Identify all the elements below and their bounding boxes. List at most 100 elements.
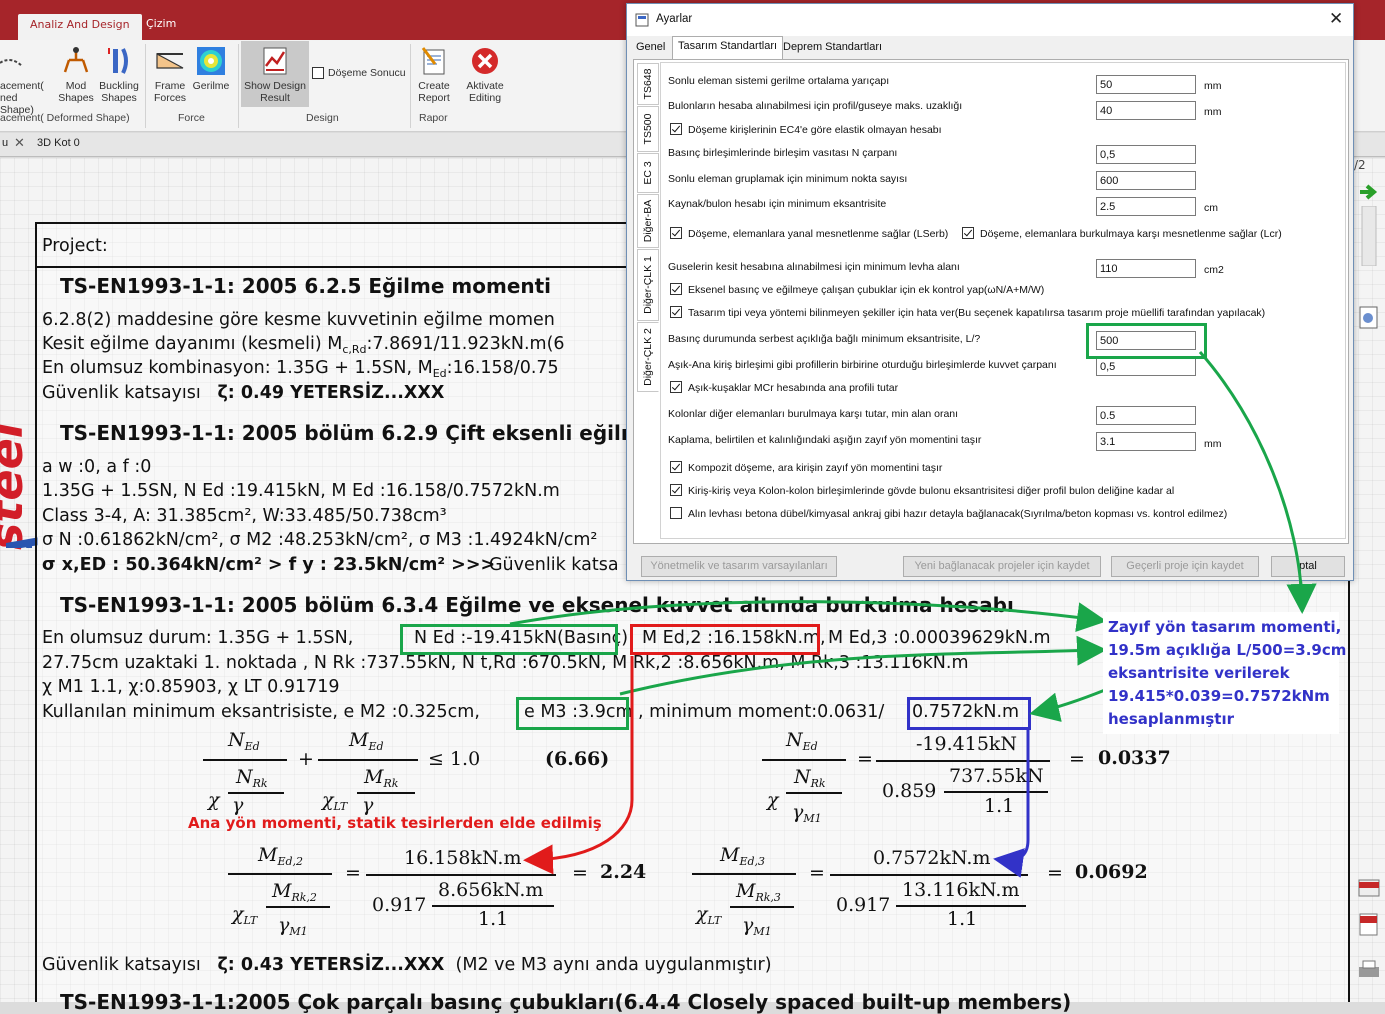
report-line: Kesit eğilme dayanımı (kesmeli) Mc,Rd:7.…: [42, 334, 565, 356]
defaults-button[interactable]: Yönetmelik ve tasarım varsayılanları: [641, 556, 837, 577]
vtab-diger-ba[interactable]: Diğer-BA: [637, 194, 659, 248]
fraction-line: [786, 792, 842, 794]
annotation-blue-line: eksantrisite verilerek: [1108, 664, 1290, 682]
vtab-diger-clk1[interactable]: Diğer-ÇLK 1: [637, 249, 659, 321]
setting-label: Döşeme kirişlerinin EC4'e göre elastik o…: [688, 124, 942, 136]
equals-sign: =: [572, 862, 588, 884]
aktivate-editing-button[interactable]: Aktivate Editing: [462, 46, 508, 104]
web-bolt-eccentricity-checkbox[interactable]: [670, 484, 682, 496]
eq3-gamma: 1.1: [947, 908, 978, 930]
unknown-shape-error-checkbox[interactable]: [670, 306, 682, 318]
save-current-project-button[interactable]: Geçerli proje için kaydet: [1111, 556, 1259, 577]
section-title-629: TS-EN1993-1-1: 2005 bölüm 6.2.9 Çift eks…: [60, 421, 656, 445]
project-label: Project:: [42, 236, 108, 256]
page-settings-icon[interactable]: [1356, 305, 1382, 329]
compression-n-factor-input[interactable]: [1096, 145, 1196, 164]
print-icon[interactable]: [1356, 958, 1382, 978]
force-factor-input[interactable]: [1096, 357, 1196, 376]
plus-sign: +: [298, 748, 314, 770]
setting-label: Sonlu eleman sistemi gerilme ortalama ya…: [668, 75, 890, 87]
report-line: 1.35G + 1.5SN, N Ed :19.415kN, M Ed :16.…: [42, 481, 560, 501]
next-page-arrow-icon[interactable]: [1356, 182, 1382, 202]
annotation-blue-line: 19.5m açıklığa L/500=3.9cm: [1108, 641, 1347, 659]
export-pdf-icon[interactable]: [1356, 912, 1382, 936]
section-title-644: TS-EN1993-1-1:2005 Çok parçalı basınç çu…: [60, 990, 1072, 1014]
unit-label: cm: [1204, 202, 1218, 214]
annotation-blue-line: hesaplanmıştır: [1108, 710, 1234, 728]
close-icon[interactable]: ✕: [1329, 9, 1343, 29]
tab-genel[interactable]: Genel: [631, 38, 670, 59]
create-report-button[interactable]: Create Report: [413, 46, 455, 104]
eq2-mrk: 8.656kN.m: [438, 879, 544, 901]
axial-bending-check-checkbox[interactable]: [670, 283, 682, 295]
deformed-shape-button[interactable]: acement( ned Shape): [0, 46, 52, 116]
setting-label: Döşeme, elemanlara yanal mesnetlenme sağ…: [688, 228, 949, 240]
group-separator: [410, 44, 411, 128]
setting-label: Döşeme, elemanlara burkulmaya karşı mesn…: [980, 228, 1282, 240]
highlight-box-min-moment: [907, 697, 1031, 730]
eq2-chi: 0.917: [372, 894, 427, 916]
ec4-inelastic-checkbox[interactable]: [670, 123, 682, 135]
eq1-result: 0.0337: [1098, 747, 1171, 769]
frame-forces-button[interactable]: Frame Forces: [150, 46, 190, 104]
eq-symbol: γM1: [742, 914, 772, 938]
setting-label: Basınç durumunda serbest açıklığa bağlı …: [668, 333, 981, 345]
show-design-result-button[interactable]: Show Design Result: [241, 41, 309, 107]
close-icon[interactable]: ✕: [14, 135, 25, 151]
setting-label: Guselerin kesit hesabına alınabilmesi iç…: [668, 261, 960, 273]
cancel-button[interactable]: ptal: [1271, 556, 1345, 577]
cladding-thickness-input[interactable]: [1096, 432, 1196, 451]
bolt-distance-input[interactable]: [1096, 101, 1196, 120]
eq-symbol: γ: [232, 794, 244, 816]
min-plate-area-input[interactable]: [1096, 259, 1196, 278]
doc-tab-3d-kot-0[interactable]: 3D Kot 0: [37, 137, 80, 149]
eq2-result: 2.24: [600, 861, 647, 883]
tab-analiz-and-design[interactable]: Analiz And Design: [18, 14, 142, 40]
group-label-rapor: Rapor: [419, 112, 448, 124]
close-circle-icon: [472, 48, 498, 74]
eq-symbol: MEd,3: [720, 844, 766, 868]
lateral-support-checkbox[interactable]: [670, 227, 682, 239]
vtab-diger-clk2[interactable]: Diğer-ÇLK 2: [637, 322, 659, 392]
group-label-deformed: acement( Deformed Shape): [0, 112, 130, 124]
save-new-projects-button[interactable]: Yeni bağlanacak projeler için kaydet: [903, 556, 1101, 577]
section-title-634: TS-EN1993-1-1: 2005 bölüm 6.3.4 Eğilme v…: [60, 593, 1014, 617]
export-xls-icon[interactable]: [1356, 878, 1382, 898]
tab-tasarim-standartlari[interactable]: Tasarım Standartları: [672, 36, 784, 59]
min-eccentricity-weld-input[interactable]: [1096, 197, 1196, 216]
eq1-numerator: -19.415kN: [916, 733, 1018, 755]
buckling-shapes-button[interactable]: Buckling Shapes: [97, 46, 141, 104]
end-plate-anchor-checkbox[interactable]: [670, 507, 682, 519]
unit-label: mm: [1204, 438, 1222, 450]
eq-symbol: γ: [362, 794, 374, 816]
setting-label: Basınç birleşimlerinde birleşim vasıtası…: [668, 147, 898, 159]
composite-floor-checkbox[interactable]: [670, 461, 682, 473]
vtab-ec3[interactable]: EC 3: [637, 153, 659, 193]
report-line: σ N :0.61862kN/cm², σ M2 :48.253kN/cm², …: [42, 530, 598, 550]
scroll-up-icon[interactable]: [1356, 205, 1382, 267]
doc-tab-first[interactable]: u: [2, 137, 8, 149]
eq-symbol: NRk: [794, 766, 826, 790]
stress-radius-input[interactable]: [1096, 75, 1196, 94]
fraction-line: [762, 759, 846, 761]
eq-symbol: NRk: [236, 766, 268, 790]
buckling-support-checkbox[interactable]: [962, 227, 974, 239]
purlin-mcr-checkbox[interactable]: [670, 381, 682, 393]
eq-symbol: χ: [767, 789, 779, 811]
torsion-area-ratio-input[interactable]: [1096, 406, 1196, 425]
doseme-sonucu-checkbox[interactable]: [312, 67, 324, 79]
gerilme-button[interactable]: Gerilme: [190, 46, 232, 92]
dialog-title: Ayarlar: [656, 13, 693, 25]
min-node-count-input[interactable]: [1096, 171, 1196, 190]
mod-shapes-button[interactable]: Mod Shapes: [57, 46, 95, 104]
equals-sign: =: [1047, 862, 1063, 884]
tab-deprem-standartlari[interactable]: Deprem Standartları: [778, 38, 887, 59]
frame-forces-icon: [156, 52, 184, 69]
vtab-ts648[interactable]: TS648: [637, 63, 659, 105]
tab-cizim[interactable]: Çizim: [134, 14, 188, 33]
vtab-ts500[interactable]: TS500: [637, 106, 659, 152]
report-line: Güvenlik katsa: [489, 555, 619, 575]
report-line: Class 3-4, A: 31.385cm², W:33.485/50.738…: [42, 506, 447, 526]
annotation-red: Ana yön momenti, statik tesirlerden elde…: [188, 814, 602, 832]
eq1-chi: 0.859: [882, 780, 937, 802]
